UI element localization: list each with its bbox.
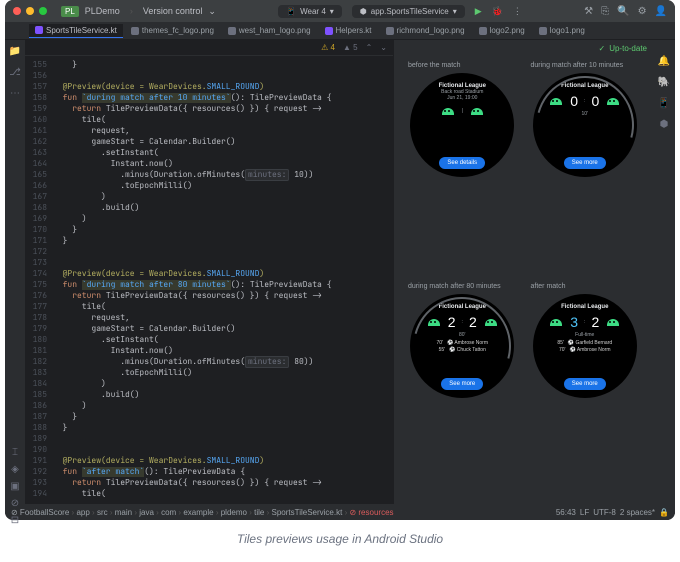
- run-config-selector[interactable]: ⬢ app.SportsTileService ▾: [352, 5, 465, 18]
- project-badge: PL: [61, 6, 79, 17]
- build-icon[interactable]: ⚒: [584, 6, 593, 17]
- tile-action-button[interactable]: See details: [439, 157, 485, 169]
- figure-caption: Tiles previews usage in Android Studio: [0, 532, 680, 546]
- terminal-tool-icon[interactable]: ⌶: [12, 447, 18, 458]
- run-tool-icon[interactable]: ▣: [10, 481, 19, 492]
- team-logo-icon: [426, 316, 442, 328]
- problems-tool-icon[interactable]: ⊘: [11, 498, 19, 509]
- editor-tab[interactable]: logo2.png: [473, 24, 531, 37]
- file-icon: [386, 27, 394, 35]
- inspections-widget[interactable]: ⚠ 4 ▲ 5 ⌃⌄: [25, 40, 393, 56]
- preview-status: Up-to-date: [394, 40, 653, 56]
- team-logo-icon: [605, 95, 621, 107]
- notifications-icon[interactable]: 🔔: [658, 56, 670, 67]
- team-logo-icon: [483, 316, 499, 328]
- code-editor[interactable]: ⚠ 4 ▲ 5 ⌃⌄ 155 156 157 158 159 160 161 1…: [25, 40, 393, 504]
- git-icon[interactable]: ⎘: [601, 6, 609, 17]
- right-toolwindow-bar: 🔔 🐘 📱 ⬢: [653, 40, 675, 504]
- device-selector[interactable]: 📱 Wear 4 ▾: [278, 5, 342, 18]
- team-logo-icon: [469, 105, 485, 117]
- line-separator[interactable]: LF: [580, 508, 589, 517]
- file-icon: [539, 27, 547, 35]
- file-icon: [479, 27, 487, 35]
- editor-tab[interactable]: SportsTileService.kt: [29, 24, 123, 38]
- preview-cell[interactable]: during match after 10 minutes Fictional L…: [527, 62, 644, 277]
- code-text[interactable]: } @Preview(device = WearDevices.SMALL_RO…: [53, 56, 393, 504]
- structure-tool-icon[interactable]: ⋯: [10, 88, 20, 99]
- user-icon[interactable]: 👤: [655, 6, 667, 17]
- settings-icon[interactable]: ⚙: [638, 6, 647, 17]
- left-toolwindow-bar: 📁 ⎇ ⋯: [5, 40, 25, 504]
- preview-label: before the match: [408, 62, 461, 69]
- search-icon[interactable]: 🔍: [617, 6, 629, 17]
- file-icon: [131, 27, 139, 35]
- vcs-tool-icon[interactable]: ⎇: [9, 67, 21, 78]
- editor-tab[interactable]: Helpers.kt: [319, 24, 378, 37]
- tile-preview: Fictional League2:280'70'⚽ Ambrose Norm5…: [410, 294, 514, 398]
- editor-tab[interactable]: logo1.png: [533, 24, 591, 37]
- project-tool-icon[interactable]: 📁: [9, 46, 21, 57]
- project-name[interactable]: PLDemo: [85, 6, 120, 16]
- titlebar: PL PLDemo › Version control ⌄ 📱 Wear 4 ▾…: [5, 0, 675, 22]
- editor-tab[interactable]: west_ham_logo.png: [222, 24, 317, 37]
- team-logo-icon: [605, 316, 621, 328]
- file-icon: [35, 26, 43, 34]
- indent-info[interactable]: 2 spaces*: [620, 508, 655, 517]
- editor-tab[interactable]: richmond_logo.png: [380, 24, 471, 37]
- preview-cell[interactable]: after match Fictional League3:2Full-time8…: [527, 283, 644, 498]
- run-button[interactable]: ▶: [475, 6, 482, 17]
- preview-panel: Up-to-date before the match Fictional Lea…: [393, 40, 653, 504]
- caret-position[interactable]: 56:43: [556, 508, 576, 517]
- preview-cell[interactable]: during match after 80 minutes Fictional L…: [404, 283, 521, 498]
- readonly-icon[interactable]: 🔒: [659, 508, 669, 517]
- team-logo-icon: [548, 95, 564, 107]
- vcs-dropdown[interactable]: Version control: [143, 6, 203, 16]
- debug-button[interactable]: 🐞: [492, 6, 503, 17]
- preview-label: during match after 10 minutes: [531, 62, 624, 69]
- emulator-icon[interactable]: ⬢: [660, 119, 669, 130]
- tile-preview: Fictional League0:010'See more: [533, 73, 637, 177]
- file-encoding[interactable]: UTF-8: [593, 508, 616, 517]
- breadcrumb[interactable]: ⊘ FootballScore › app › src › main › jav…: [11, 508, 394, 517]
- preview-label: after match: [531, 283, 566, 290]
- tile-preview: Fictional LeagueBack road StadiumJun 21,…: [410, 73, 514, 177]
- statusbar: ⊘ FootballScore › app › src › main › jav…: [5, 504, 675, 520]
- team-logo-icon: [548, 316, 564, 328]
- device-manager-icon[interactable]: 📱: [658, 98, 670, 109]
- git-tool-icon[interactable]: ◈: [11, 464, 19, 475]
- file-icon: [325, 27, 333, 35]
- preview-label: during match after 80 minutes: [408, 283, 501, 290]
- chevron-down-icon: ⌄: [208, 6, 216, 17]
- ide-window: PL PLDemo › Version control ⌄ 📱 Wear 4 ▾…: [5, 0, 675, 520]
- file-icon: [228, 27, 236, 35]
- preview-cell[interactable]: before the match Fictional LeagueBack roa…: [404, 62, 521, 277]
- logcat-tool-icon[interactable]: ⊟: [11, 515, 19, 520]
- gutter-line-numbers: 155 156 157 158 159 160 161 162 163 164 …: [25, 56, 53, 504]
- editor-tab[interactable]: themes_fc_logo.png: [125, 24, 220, 37]
- tile-preview: Fictional League3:2Full-time85'⚽ Garfiel…: [533, 294, 637, 398]
- more-actions-icon[interactable]: ⋮: [513, 6, 522, 17]
- tile-action-button[interactable]: See more: [564, 378, 606, 390]
- window-controls[interactable]: [13, 7, 47, 15]
- team-logo-icon: [440, 105, 456, 117]
- gradle-icon[interactable]: 🐘: [658, 77, 670, 88]
- editor-tabs: SportsTileService.ktthemes_fc_logo.pngwe…: [5, 22, 675, 40]
